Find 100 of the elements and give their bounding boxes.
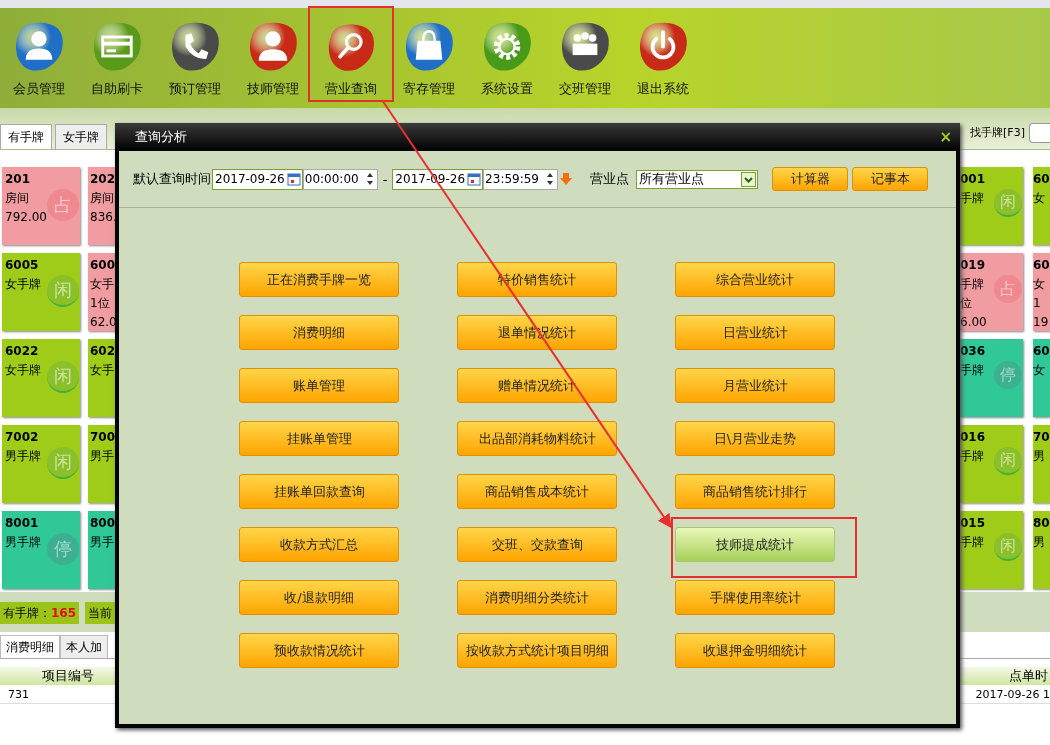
card-number: 015 [960,515,986,532]
report-button[interactable]: 月营业统计 [675,368,835,403]
card-number: 8001 [5,515,39,532]
card-text: 房间 [5,190,29,207]
toolbar-button[interactable]: 寄存管理 [390,8,468,98]
status-badge: 闲 [47,361,79,393]
card-number: 602 [90,343,116,360]
card-text: 手牌 [960,190,984,207]
room-card[interactable]: 8001 男手牌 停 [2,511,80,589]
room-card[interactable]: 60 女 [1033,339,1050,417]
report-button[interactable]: 消费明细 [239,315,399,350]
count-label: 有手牌： [3,604,51,622]
toolbar-button[interactable]: 自助刷卡 [78,8,156,98]
toolbar-button[interactable]: 交班管理 [546,8,624,98]
report-button[interactable]: 商品销售成本统计 [457,474,617,509]
report-button[interactable]: 收/退款明细 [239,580,399,615]
room-card[interactable]: 60 女 1 19 [1033,253,1050,331]
status-badge: 闲 [47,447,79,479]
toolbar-button[interactable]: 营业查询 [312,10,390,98]
calendar-icon [467,172,482,186]
report-button[interactable]: 交班、交款查询 [457,527,617,562]
column-header: 项目编号 [42,667,94,685]
report-button[interactable]: 出品部消耗物料统计 [457,421,617,456]
card-number: 70 [1033,429,1050,446]
card-text: 女 [1033,362,1045,379]
report-button[interactable]: 商品销售统计排行 [675,474,835,509]
report-button[interactable]: 挂账单回款查询 [239,474,399,509]
bottom-tab[interactable]: 本人加 [60,635,108,658]
status-badge: 闲 [47,275,79,307]
card-text: 男 [1033,448,1045,465]
current-label: 当前 [85,602,116,624]
card-number: 202 [90,171,116,188]
report-button[interactable]: 按收款方式统计项目明细 [457,633,617,668]
search-label: 找手牌[F3] [970,125,1025,140]
date-field[interactable]: 2017-09-26 [212,168,303,190]
tool-button[interactable]: 计算器 [772,167,848,191]
outlet-dropdown[interactable]: 所有营业点 [636,169,758,189]
report-button[interactable]: 手牌使用率统计 [675,580,835,615]
room-card[interactable]: 70 男 [1033,425,1050,503]
card-text: 6.00 [960,314,987,331]
status-badge: 停 [994,361,1022,389]
card-text: 女手牌 [5,276,41,293]
card-text: 男手牌 [5,448,41,465]
tool-button[interactable]: 记事本 [852,167,928,191]
card-text: 女 [1033,190,1045,207]
dropdown-icon [741,171,756,187]
room-card[interactable]: 016 手牌 闲 [960,425,1023,503]
report-button[interactable]: 收退押金明细统计 [675,633,835,668]
report-button[interactable]: 正在消费手牌一览 [239,262,399,297]
toolbar-button[interactable]: 技师管理 [234,8,312,98]
column-header: 点单时 [1009,667,1049,685]
time-field[interactable]: 00:00:00 [302,168,378,190]
card-text: 男手 [90,448,114,465]
report-button[interactable]: 账单管理 [239,368,399,403]
close-button[interactable]: × [939,128,952,146]
card-number: 60 [1033,257,1050,274]
card-text: 手牌 [960,448,984,465]
card-number: 600 [90,257,116,274]
room-card[interactable]: 019 手牌 位 6.00 占 [960,253,1023,331]
toolbar-button[interactable]: 会员管理 [0,8,78,98]
search-field[interactable] [1029,122,1050,143]
bottom-tab[interactable]: 消费明细 [0,635,60,658]
report-button[interactable]: 综合营业统计 [675,262,835,297]
toolbar-button[interactable]: 预订管理 [156,8,234,98]
room-card[interactable]: 001 手牌 闲 [960,167,1023,245]
query-label: 默认查询时间 [133,170,211,188]
room-card[interactable]: 036 手牌 停 [960,339,1023,417]
status-badge: 闲 [994,533,1022,561]
card-number: 019 [960,257,986,274]
spinner-icon [364,171,375,187]
card-text: 女手 [90,276,114,293]
card-text: 手牌 [960,534,984,551]
room-card[interactable]: 80 男 [1033,511,1050,589]
count-value: 165 [51,606,77,620]
card-number: 001 [960,171,986,188]
time-field[interactable]: 23:59:59 [483,168,558,190]
report-button[interactable]: 预收款情况统计 [239,633,399,668]
toolbar-button[interactable]: 系统设置 [468,8,546,98]
report-button[interactable]: 消费明细分类统计 [457,580,617,615]
card-tab[interactable]: 女手牌 [55,124,107,149]
card-tab[interactable]: 有手牌 [0,124,52,149]
card-text: 手牌 [960,276,984,293]
card-text: 女 [1033,276,1045,293]
card-text: 男手牌 [5,534,41,551]
room-card[interactable]: 015 手牌 闲 [960,511,1023,589]
report-button[interactable]: 日营业统计 [675,315,835,350]
card-number: 700 [90,429,116,446]
calendar-icon [286,172,301,186]
room-card[interactable]: 60 女 [1033,167,1050,245]
report-button[interactable]: 日\月营业走势 [675,421,835,456]
report-button[interactable]: 收款方式汇总 [239,527,399,562]
room-card[interactable]: 6005 女手牌 闲 [2,253,80,331]
card-text: 1位 [90,295,110,312]
room-card[interactable]: 7002 男手牌 闲 [2,425,80,503]
card-text: 836. [90,209,117,226]
toolbar-button[interactable]: 退出系统 [624,8,702,98]
card-text: 女手 [90,362,114,379]
report-button[interactable]: 技师提成统计 [675,527,835,562]
report-button[interactable]: 挂账单管理 [239,421,399,456]
room-card[interactable]: 6022 女手牌 闲 [2,339,80,417]
